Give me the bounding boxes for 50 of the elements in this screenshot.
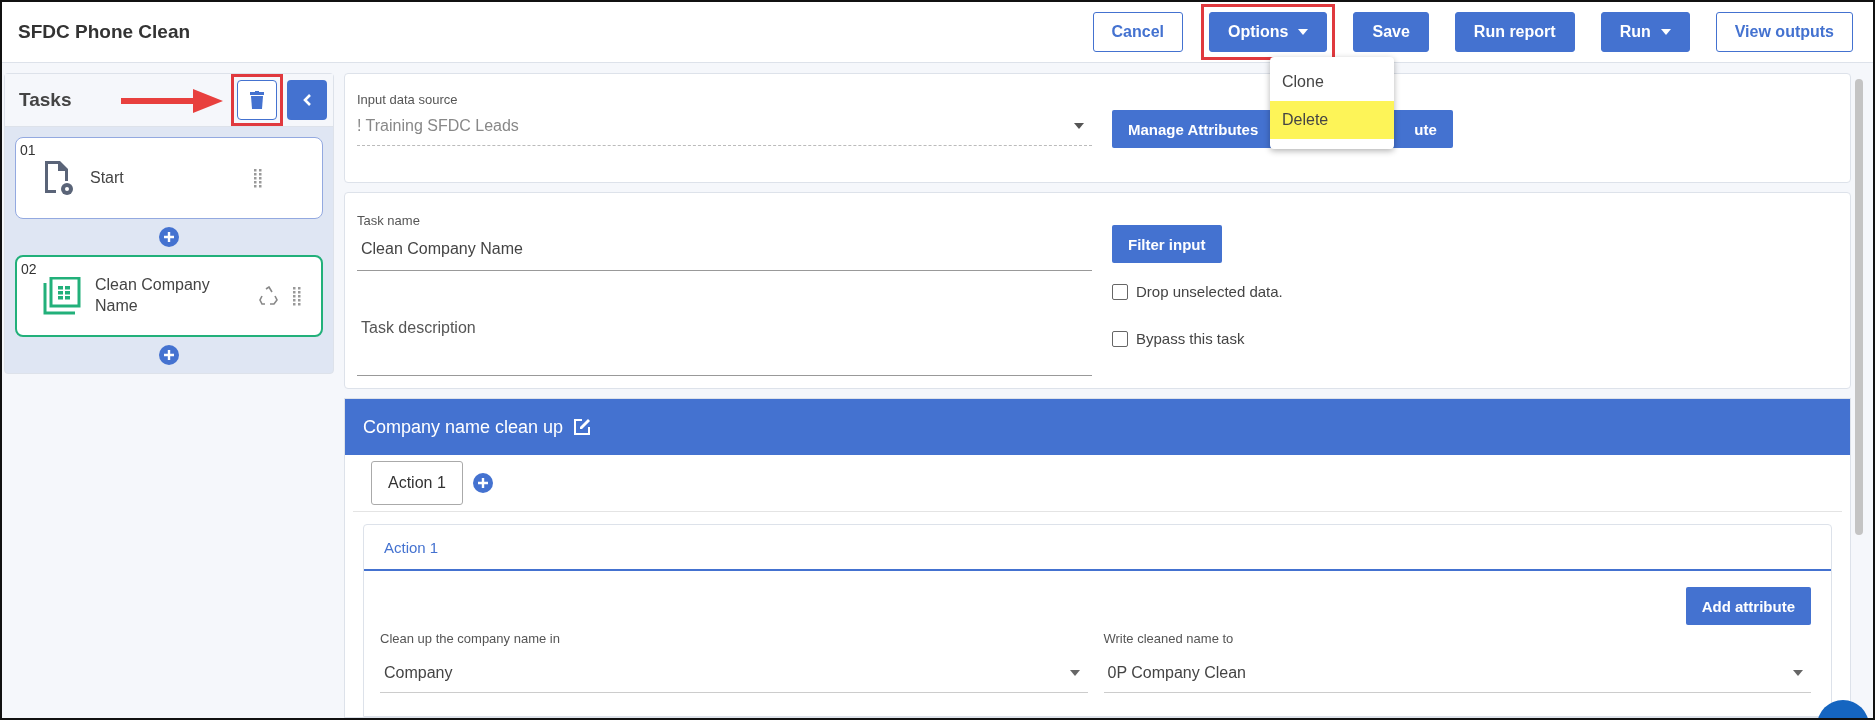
- menu-item[interactable]: Delete: [1270, 101, 1394, 139]
- field-label: Write cleaned name to: [1103, 631, 1235, 646]
- caret-icon: [1069, 670, 1080, 676]
- delete-button[interactable]: [237, 80, 277, 120]
- task-name: Clean Company Name: [95, 275, 211, 316]
- dropdown-button[interactable]: Run: [1600, 12, 1690, 52]
- checkbox-option[interactable]: Drop unselected data.: [1112, 283, 1283, 300]
- toolbar-button[interactable]: Run report: [1454, 12, 1575, 52]
- add-icon[interactable]: [159, 345, 179, 365]
- field-label: Clean up the company name in: [380, 631, 561, 646]
- panel-title: Tasks: [19, 89, 72, 111]
- toolbar-button[interactable]: Save: [1353, 12, 1429, 52]
- field-label: Task name: [357, 213, 421, 228]
- checkbox-option[interactable]: Bypass this task: [1112, 330, 1245, 347]
- table-icon: [43, 277, 81, 315]
- dropdown-button[interactable]: Options: [1209, 12, 1328, 52]
- menu-item[interactable]: Clone: [1270, 63, 1394, 101]
- add-icon[interactable]: [159, 227, 179, 247]
- trash-icon: [250, 91, 264, 109]
- toolbar-button[interactable]: Cancel: [1092, 12, 1184, 52]
- page-title: SFDC Phone Clean: [18, 21, 192, 43]
- field-label: Input data source: [357, 92, 459, 107]
- task-number: 01: [20, 142, 36, 158]
- add-attribute-button[interactable]: Add attribute: [1685, 587, 1811, 625]
- task-number: 02: [21, 261, 37, 277]
- select-field: ! Training SFDC Leads: [357, 107, 1092, 146]
- edit-icon[interactable]: [573, 418, 592, 436]
- action-title: Action 1: [364, 525, 1831, 571]
- text-field[interactable]: Task description: [357, 271, 1092, 376]
- task-card[interactable]: 02 Clean Company Name: [15, 255, 323, 337]
- caret-icon: [1660, 29, 1671, 35]
- toolbar-button[interactable]: View outputs: [1715, 12, 1853, 52]
- task-card[interactable]: 01 Start: [15, 137, 323, 219]
- select-field[interactable]: 0P Company Clean: [1103, 654, 1811, 693]
- task-name: Start: [90, 167, 125, 188]
- chevron-left-icon: [302, 93, 312, 107]
- add-icon[interactable]: [472, 473, 493, 493]
- drag-handle-icon[interactable]: [254, 168, 262, 188]
- drag-handle-icon[interactable]: [293, 286, 301, 306]
- scrollbar[interactable]: [1855, 79, 1863, 535]
- collapse-button[interactable]: [287, 80, 327, 120]
- filter-button[interactable]: Filter input: [1112, 225, 1222, 263]
- text-field[interactable]: Clean Company Name: [357, 228, 1092, 271]
- action-tab[interactable]: Action 1: [371, 461, 463, 505]
- caret-icon: [1298, 29, 1309, 35]
- caret-icon: [1793, 670, 1803, 676]
- caret-icon: [1074, 123, 1084, 129]
- recycle-icon[interactable]: [259, 286, 279, 306]
- select-field[interactable]: Company: [380, 654, 1088, 693]
- section-title: Company name clean up: [363, 416, 564, 438]
